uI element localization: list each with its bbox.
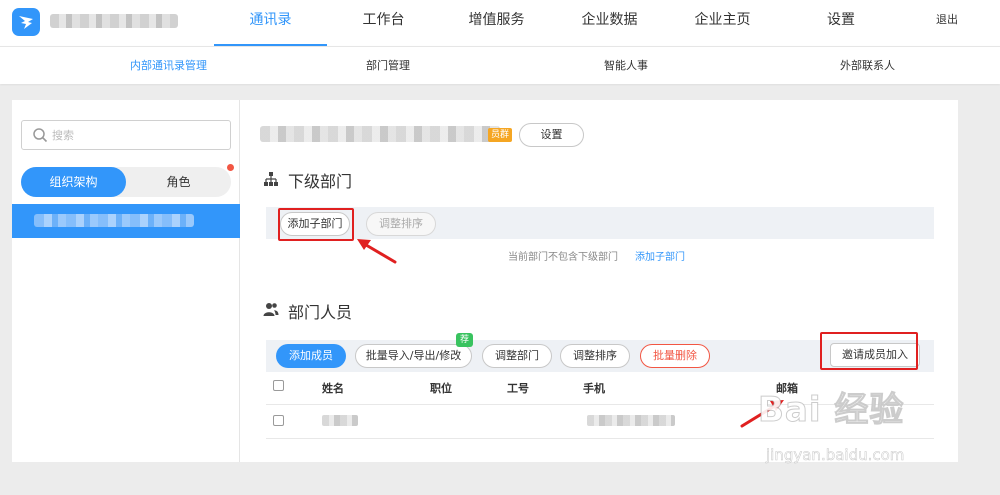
- no-sub-departments-hint: 当前部门不包含下级部门: [508, 252, 618, 263]
- sidebar: 组织架构 角色: [12, 100, 240, 462]
- org-tree-icon: [264, 172, 278, 186]
- tab-enterprise-homepage[interactable]: 企业主页: [666, 0, 779, 46]
- column-position: 职位: [430, 382, 452, 395]
- subtab-external-contacts[interactable]: 外部联系人: [840, 47, 895, 85]
- member-phone-redacted: [587, 415, 675, 426]
- watermark-url: jingyan.baidu.com: [766, 446, 905, 465]
- search-box[interactable]: [21, 120, 231, 150]
- sub-navigation: 内部通讯录管理 部门管理 智能人事 外部联系人: [0, 46, 1000, 84]
- subtab-department-management[interactable]: 部门管理: [366, 47, 410, 85]
- add-member-button[interactable]: 添加成员: [276, 344, 346, 368]
- sub-departments-title: 下级部门: [288, 172, 353, 191]
- dingtalk-logo-icon[interactable]: [12, 8, 40, 36]
- tab-settings[interactable]: 设置: [779, 0, 903, 46]
- baidu-jingyan-watermark: Bai 经验 jingyan.baidu.com: [757, 382, 968, 482]
- tab-value-added-services[interactable]: 增值服务: [440, 0, 553, 46]
- org-role-switch: 组织架构 角色: [21, 167, 231, 197]
- department-tree-item-selected[interactable]: [12, 204, 240, 238]
- column-phone: 手机: [583, 382, 605, 395]
- select-all-checkbox[interactable]: [273, 380, 284, 391]
- sort-members-button[interactable]: 调整排序: [560, 344, 630, 368]
- bulk-import-export-button[interactable]: 批量导入/导出/修改: [355, 344, 472, 368]
- switch-roles[interactable]: 角色: [126, 167, 231, 197]
- bulk-delete-button[interactable]: 批量删除: [640, 344, 710, 368]
- logout-link[interactable]: 退出: [936, 0, 958, 40]
- switch-org-structure[interactable]: 组织架构: [21, 167, 126, 197]
- row-checkbox[interactable]: [273, 415, 284, 426]
- people-icon: [263, 303, 279, 316]
- department-settings-button[interactable]: 设置: [519, 123, 584, 147]
- members-title: 部门人员: [288, 303, 353, 322]
- company-name-redacted: [50, 14, 178, 28]
- department-name-redacted: [34, 214, 194, 227]
- sort-departments-button[interactable]: 调整排序: [366, 212, 436, 236]
- column-name: 姓名: [322, 382, 344, 395]
- group-badge: 员群: [488, 128, 513, 142]
- column-employee-id: 工号: [507, 382, 529, 395]
- tab-workbench[interactable]: 工作台: [327, 0, 440, 46]
- change-department-button[interactable]: 调整部门: [482, 344, 552, 368]
- invite-members-button[interactable]: 邀请成员加入: [830, 343, 920, 367]
- watermark-logo-text: Bai 经验: [757, 390, 905, 431]
- add-sub-department-link[interactable]: 添加子部门: [635, 248, 685, 263]
- notification-dot: [227, 164, 234, 171]
- top-navigation: 通讯录 工作台 增值服务 企业数据 企业主页 设置 退出: [0, 0, 1000, 46]
- recommended-tag: 荐: [456, 333, 473, 347]
- add-sub-department-button[interactable]: 添加子部门: [280, 212, 350, 236]
- search-input[interactable]: [52, 125, 222, 145]
- subtab-internal-contacts[interactable]: 内部通讯录管理: [130, 47, 207, 85]
- tab-enterprise-data[interactable]: 企业数据: [553, 0, 666, 46]
- tab-contacts[interactable]: 通讯录: [214, 0, 327, 46]
- search-icon: [33, 128, 48, 143]
- department-title-redacted: [260, 126, 500, 142]
- subtab-smart-hr[interactable]: 智能人事: [604, 47, 648, 85]
- member-name-redacted: [322, 415, 358, 426]
